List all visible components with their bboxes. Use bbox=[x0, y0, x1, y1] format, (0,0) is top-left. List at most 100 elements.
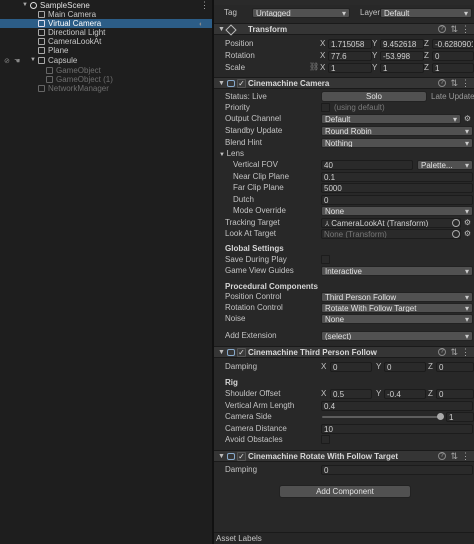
hierarchy-item-label: GameObject bbox=[56, 66, 101, 75]
constrain-proportions-icon[interactable]: ⛓ bbox=[309, 62, 319, 71]
camera-distance-field[interactable]: 10 bbox=[321, 424, 473, 434]
hierarchy-item[interactable]: ⊘ ☚ ▼ Capsule bbox=[0, 56, 212, 65]
dutch-field[interactable]: 0 bbox=[321, 195, 473, 205]
hierarchy-item[interactable]: Main Camera bbox=[0, 10, 212, 19]
save-during-play-checkbox[interactable] bbox=[321, 255, 330, 264]
asset-labels-bar[interactable]: Asset Labels bbox=[214, 532, 474, 544]
hierarchy-item[interactable]: GameObject (1) bbox=[0, 75, 212, 84]
gear-icon[interactable]: ⚙ bbox=[463, 114, 472, 123]
component-menu-icon[interactable]: ⋮ bbox=[461, 347, 470, 358]
standby-update-dropdown[interactable]: Round Robin bbox=[321, 126, 473, 136]
save-during-play-label: Save During Play bbox=[225, 255, 287, 264]
damping-y-field[interactable]: 0 bbox=[384, 362, 426, 372]
expand-arrow-icon[interactable]: ▼ bbox=[22, 1, 28, 10]
gameobject-icon bbox=[38, 29, 45, 36]
rotation-x-field[interactable]: 77.6 bbox=[328, 51, 372, 61]
vertical-arm-field[interactable]: 0.4 bbox=[321, 401, 473, 411]
object-picker-icon[interactable] bbox=[452, 230, 460, 238]
camera-side-field[interactable]: 1 bbox=[446, 412, 474, 422]
pickable-icon[interactable]: ☚ bbox=[14, 57, 20, 66]
position-y-field[interactable]: 9.452618 bbox=[380, 39, 424, 49]
tag-dropdown[interactable]: Untagged bbox=[252, 8, 350, 18]
presets-icon[interactable]: ⇅ bbox=[450, 347, 458, 358]
shoulder-y-field[interactable]: -0.4 bbox=[384, 389, 426, 399]
scale-y-field[interactable]: 1 bbox=[380, 63, 424, 73]
priority-checkbox[interactable] bbox=[321, 103, 330, 112]
hierarchy-item[interactable]: CameraLookAt bbox=[0, 37, 212, 46]
far-clip-field[interactable]: 5000 bbox=[321, 183, 473, 193]
component-menu-icon[interactable]: ⋮ bbox=[461, 78, 470, 89]
foldout-arrow-icon[interactable]: ▼ bbox=[218, 348, 225, 358]
rotation-y-field[interactable]: -53.998 bbox=[380, 51, 424, 61]
component-enabled-checkbox[interactable]: ✓ bbox=[237, 79, 246, 88]
asset-labels-label: Asset Labels bbox=[216, 534, 262, 543]
blend-hint-dropdown[interactable]: Nothing bbox=[321, 138, 473, 148]
procedural-components-heading: Procedural Components bbox=[225, 282, 318, 291]
hierarchy-item[interactable]: NetworkManager bbox=[0, 84, 212, 93]
presets-icon[interactable]: ⇅ bbox=[450, 451, 458, 462]
visibility-hidden-icon[interactable]: ⊘ bbox=[4, 57, 10, 66]
transform-header[interactable]: ▼ Transform ? ⇅ ⋮ bbox=[214, 23, 474, 36]
position-x-field[interactable]: 1.715058 bbox=[328, 39, 372, 49]
game-view-guides-dropdown[interactable]: Interactive bbox=[321, 266, 473, 276]
hierarchy-scene-row[interactable]: ▼ SampleScene ⋮ bbox=[0, 1, 212, 11]
hierarchy-item[interactable]: GameObject bbox=[0, 66, 212, 75]
component-enabled-checkbox[interactable]: ✓ bbox=[237, 348, 246, 357]
camera-side-slider-track[interactable] bbox=[322, 416, 442, 418]
output-channel-dropdown[interactable]: Default bbox=[321, 114, 461, 124]
foldout-arrow-icon[interactable]: ▼ bbox=[218, 25, 225, 35]
far-clip-label: Far Clip Plane bbox=[233, 183, 284, 192]
component-menu-icon[interactable]: ⋮ bbox=[461, 451, 470, 462]
rotation-control-dropdown[interactable]: Rotate With Follow Target bbox=[321, 303, 473, 313]
help-icon[interactable]: ? bbox=[438, 79, 446, 87]
add-extension-dropdown[interactable]: (select) bbox=[321, 331, 473, 341]
vertical-fov-field[interactable]: 40 bbox=[321, 160, 413, 170]
layer-dropdown[interactable]: Default bbox=[380, 8, 472, 18]
expand-arrow-icon[interactable]: ▼ bbox=[30, 56, 36, 65]
damping-z-field[interactable]: 0 bbox=[436, 362, 474, 372]
fov-preset-dropdown[interactable]: Palette... bbox=[417, 160, 473, 170]
help-icon[interactable]: ? bbox=[438, 348, 446, 356]
axis-y-label: Y bbox=[372, 51, 378, 60]
camera-side-slider-handle[interactable] bbox=[437, 413, 444, 420]
help-icon[interactable]: ? bbox=[438, 25, 446, 33]
shoulder-x-field[interactable]: 0.5 bbox=[330, 389, 372, 399]
presets-icon[interactable]: ⇅ bbox=[450, 78, 458, 89]
tracking-target-field[interactable]: ⅄ CameraLookAt (Transform) bbox=[321, 218, 461, 228]
component-enabled-checkbox[interactable]: ✓ bbox=[237, 452, 246, 461]
component-menu-icon[interactable]: ⋮ bbox=[461, 24, 470, 35]
look-at-field[interactable]: None (Transform) bbox=[321, 229, 461, 239]
position-z-field[interactable]: -0.6280901 bbox=[432, 39, 474, 49]
noise-dropdown[interactable]: None bbox=[321, 314, 473, 324]
hierarchy-item[interactable]: Plane bbox=[0, 46, 212, 55]
scale-z-field[interactable]: 1 bbox=[432, 63, 474, 73]
damping-field[interactable]: 0 bbox=[321, 465, 473, 475]
avoid-obstacles-checkbox[interactable] bbox=[321, 435, 330, 444]
presets-icon[interactable]: ⇅ bbox=[450, 24, 458, 35]
rotate-with-follow-target-header[interactable]: ▼ ✓ Cinemachine Rotate With Follow Targe… bbox=[214, 450, 474, 462]
near-clip-field[interactable]: 0.1 bbox=[321, 172, 473, 182]
damping-x-field[interactable]: 0 bbox=[330, 362, 372, 372]
object-picker-icon[interactable] bbox=[452, 219, 460, 227]
foldout-arrow-icon[interactable]: ▼ bbox=[218, 79, 225, 89]
hierarchy-item-selected[interactable]: Virtual Camera ◐ bbox=[0, 19, 212, 28]
add-component-button[interactable]: Add Component bbox=[279, 485, 411, 498]
scale-x-field[interactable]: 1 bbox=[328, 63, 372, 73]
solo-button[interactable]: Solo bbox=[321, 91, 427, 102]
rotation-z-field[interactable]: 0 bbox=[432, 51, 474, 61]
gear-icon[interactable]: ⚙ bbox=[463, 218, 472, 227]
gear-icon[interactable]: ⚙ bbox=[463, 229, 472, 238]
scene-menu-icon[interactable]: ⋮ bbox=[200, 1, 209, 10]
foldout-arrow-icon[interactable]: ▼ bbox=[218, 452, 225, 462]
help-icon[interactable]: ? bbox=[438, 452, 446, 460]
axis-z-label: Z bbox=[424, 63, 429, 72]
mode-override-dropdown[interactable]: None bbox=[321, 206, 473, 216]
hierarchy-item[interactable]: Directional Light bbox=[0, 28, 212, 37]
axis-z-label: Z bbox=[424, 39, 429, 48]
third-person-follow-header[interactable]: ▼ ✓ Cinemachine Third Person Follow ? ⇅ … bbox=[214, 346, 474, 358]
lens-foldout[interactable]: ▼ Lens bbox=[219, 149, 244, 159]
cinemachine-camera-header[interactable]: ▼ ✓ Cinemachine Camera ? ⇅ ⋮ bbox=[214, 77, 474, 89]
position-control-dropdown[interactable]: Third Person Follow bbox=[321, 292, 473, 302]
shoulder-z-field[interactable]: 0 bbox=[436, 389, 474, 399]
axis-x-label: X bbox=[320, 51, 326, 60]
